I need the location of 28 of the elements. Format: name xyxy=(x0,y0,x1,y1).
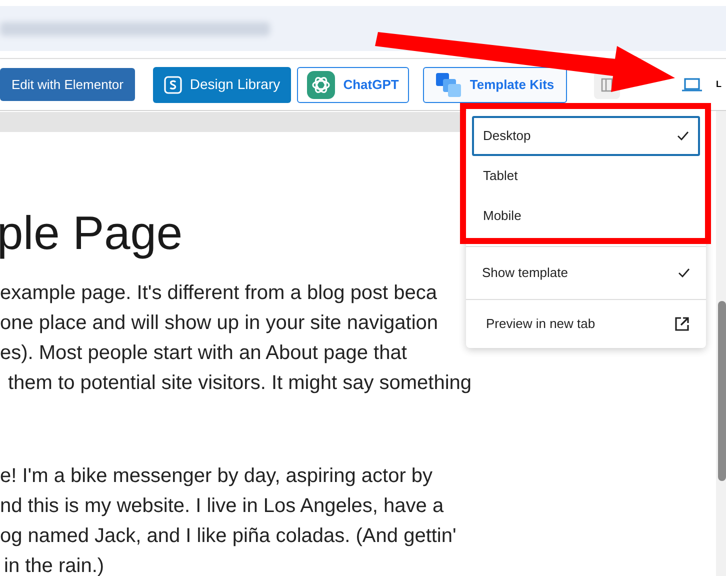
squares-icon xyxy=(436,72,462,96)
paragraph-line: in the rain.) xyxy=(4,554,104,576)
page-title: ple Page xyxy=(0,206,183,260)
paragraph-line: og named Jack, and I like piña coladas. (And gettin' xyxy=(0,524,456,549)
toolbar-button[interactable]: ChatGPT xyxy=(297,66,409,102)
paragraph-line: example page. It's different from a blog post beca xyxy=(0,281,438,306)
s-logo-icon xyxy=(164,76,182,94)
paragraph-line: nd this is my website. I live in Los Angeles, have a xyxy=(0,494,444,519)
panel-icon xyxy=(601,78,613,92)
external-link-icon xyxy=(674,316,690,332)
paragraph-line: e! I'm a bike messenger by day, aspiring actor by xyxy=(0,464,433,489)
menu-item[interactable]: Preview in new tab xyxy=(472,304,700,344)
laptop-icon xyxy=(682,78,702,92)
toolbar-button[interactable]: Edit with Elementor xyxy=(0,68,135,101)
menu-item[interactable]: Desktop xyxy=(472,116,700,156)
check-icon xyxy=(678,268,690,278)
device-preview-button[interactable] xyxy=(682,76,702,92)
menu-item[interactable]: Show template xyxy=(472,253,700,293)
paragraph-line: them to potential site visitors. It might say something xyxy=(8,371,472,396)
knot-logo-icon xyxy=(307,70,336,98)
paragraph-line: es). Most people start with an About page that xyxy=(0,341,407,366)
paragraph-line: one place and will show up in your site navigation xyxy=(0,311,438,336)
toolbar-button[interactable]: Design Library xyxy=(153,66,291,102)
check-icon xyxy=(677,131,689,141)
toolbar-label: L xyxy=(716,78,722,91)
menu-item[interactable]: Mobile xyxy=(472,196,700,236)
toolbar-button[interactable]: Template Kits xyxy=(423,66,567,102)
menu-item[interactable]: Tablet xyxy=(472,156,700,196)
